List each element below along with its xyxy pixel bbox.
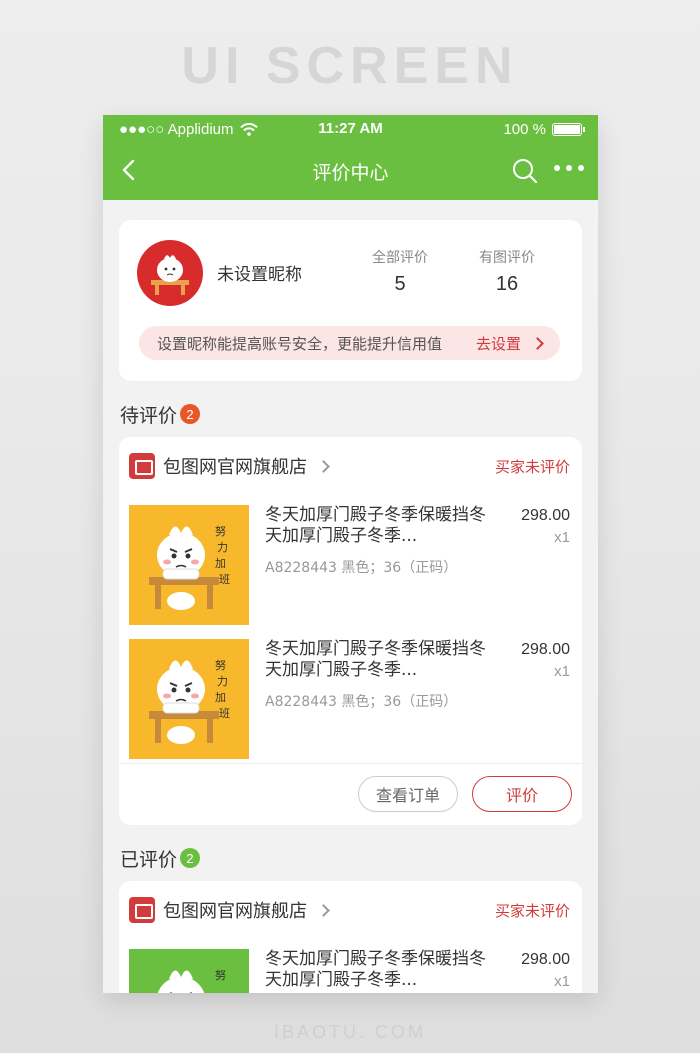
stat-value: 5 bbox=[394, 273, 406, 295]
order-status: 买家未评价 bbox=[494, 901, 570, 920]
order-item[interactable]: 努 力 加 班 冬天加厚门殿子冬季保暖挡冬天加厚门殿子冬季... A822844… bbox=[119, 495, 582, 629]
nickname-tip-banner[interactable]: 设置昵称能提高账号安全，更能提升信用值 去设置 bbox=[139, 326, 560, 360]
chevron-right-icon bbox=[531, 336, 544, 350]
count-badge: 2 bbox=[180, 404, 201, 424]
order-card: 包图网官网旗舰店 买家未评价 努 冬天加厚门殿子冬季保暖挡冬天加厚门殿子冬季..… bbox=[119, 881, 582, 993]
order-item[interactable]: 努 冬天加厚门殿子冬季保暖挡冬天加厚门殿子冬季... 298.00 x1 bbox=[119, 939, 582, 993]
status-time: 11:27 AM bbox=[318, 120, 383, 137]
watermark-title: UI SCREEN bbox=[181, 37, 519, 95]
product-title: 冬天加厚门殿子冬季保暖挡冬天加厚门殿子冬季... bbox=[265, 505, 486, 546]
svg-text:班: 班 bbox=[219, 707, 230, 720]
reviewed-section-title: 已评价 2 bbox=[120, 843, 598, 873]
tip-text: 设置昵称能提高账号安全，更能提升信用值 bbox=[157, 334, 443, 353]
product-title: 冬天加厚门殿子冬季保暖挡冬天加厚门殿子冬季... bbox=[265, 639, 486, 680]
store-row[interactable]: 包图网官网旗舰店 买家未评价 bbox=[119, 881, 582, 939]
store-name: 包图网官网旗舰店 bbox=[163, 457, 307, 478]
product-qty: x1 bbox=[554, 529, 570, 546]
battery-icon bbox=[552, 122, 585, 136]
stat-label: 全部评价 bbox=[372, 250, 428, 266]
svg-text:加: 加 bbox=[215, 557, 226, 570]
store-icon bbox=[129, 897, 155, 923]
app-header: ●●●○○ Applidium 11:27 AM 100 % 评价中心 bbox=[103, 115, 598, 200]
svg-text:努: 努 bbox=[215, 658, 226, 672]
section-label: 待评价 bbox=[120, 404, 178, 427]
order-item[interactable]: 努 力 加 班 冬天加厚门殿子冬季保暖挡冬天加厚门殿子冬季... A822844… bbox=[119, 629, 582, 763]
svg-text:努: 努 bbox=[215, 968, 226, 982]
stat-value: 16 bbox=[495, 273, 519, 295]
product-title: 冬天加厚门殿子冬季保暖挡冬天加厚门殿子冬季... bbox=[265, 949, 486, 990]
order-actions: 查看订单 评价 bbox=[119, 763, 582, 825]
profile-card: 未设置昵称 全部评价 5 有图评价 16 设置昵称能提高账号安全，更能提升信用值… bbox=[119, 220, 582, 381]
mascot-studying-icon: 努 bbox=[129, 949, 249, 993]
watermark-footer: IBAOTU. COM bbox=[273, 1022, 426, 1042]
order-status: 买家未评价 bbox=[494, 457, 570, 476]
svg-text:力: 力 bbox=[217, 541, 228, 554]
section-label: 已评价 bbox=[120, 848, 178, 871]
stat-label: 有图评价 bbox=[479, 250, 535, 266]
stat-photo-reviews[interactable]: 有图评价 16 bbox=[462, 247, 552, 296]
chevron-right-icon bbox=[317, 903, 330, 917]
phone-screen: ●●●○○ Applidium 11:27 AM 100 % 评价中心 未设置昵… bbox=[103, 115, 598, 993]
chevron-right-icon bbox=[317, 459, 330, 473]
store-row[interactable]: 包图网官网旗舰店 买家未评价 bbox=[119, 437, 582, 495]
product-price: 298.00 bbox=[521, 507, 570, 524]
stat-all-reviews[interactable]: 全部评价 5 bbox=[355, 247, 445, 296]
avatar[interactable] bbox=[137, 240, 203, 306]
product-thumbnail: 努 力 加 班 bbox=[129, 639, 249, 759]
svg-text:加: 加 bbox=[215, 691, 226, 704]
view-order-button[interactable]: 查看订单 bbox=[358, 776, 458, 812]
pending-section-title: 待评价 2 bbox=[120, 399, 598, 429]
status-bar: ●●●○○ Applidium 11:27 AM 100 % bbox=[103, 115, 598, 143]
product-price: 298.00 bbox=[521, 641, 570, 658]
product-thumbnail: 努 力 加 班 bbox=[129, 505, 249, 625]
mascot-studying-icon: 努 力 加 班 bbox=[129, 639, 249, 759]
product-qty: x1 bbox=[554, 663, 570, 680]
store-icon bbox=[129, 453, 155, 479]
set-nickname-link[interactable]: 去设置 bbox=[475, 333, 544, 354]
product-qty: x1 bbox=[554, 973, 570, 990]
nickname-label[interactable]: 未设置昵称 bbox=[217, 260, 302, 285]
page-title: 评价中心 bbox=[312, 162, 389, 184]
product-sku: A8228443 黑色；36（正码） bbox=[265, 560, 458, 576]
tip-action-label: 去设置 bbox=[475, 334, 521, 353]
count-badge: 2 bbox=[180, 848, 201, 868]
product-price: 298.00 bbox=[521, 951, 570, 968]
svg-text:努: 努 bbox=[215, 524, 226, 538]
order-card: 包图网官网旗舰店 买家未评价 努 力 加 班 冬天加厚门殿子冬季保暖挡冬天加厚门… bbox=[119, 437, 582, 825]
product-thumbnail: 努 bbox=[129, 949, 249, 993]
mascot-avatar-icon bbox=[151, 255, 189, 295]
nav-bar: 评价中心 bbox=[103, 143, 598, 200]
svg-text:力: 力 bbox=[217, 675, 228, 688]
svg-text:班: 班 bbox=[219, 573, 230, 586]
store-name: 包图网官网旗舰店 bbox=[163, 901, 307, 922]
back-chevron-icon[interactable] bbox=[117, 157, 143, 183]
review-button[interactable]: 评价 bbox=[472, 776, 572, 812]
more-icon[interactable] bbox=[554, 165, 584, 171]
mascot-studying-icon: 努 力 加 班 bbox=[129, 505, 249, 625]
search-icon[interactable] bbox=[510, 156, 540, 186]
product-sku: A8228443 黑色；36（正码） bbox=[265, 694, 458, 710]
